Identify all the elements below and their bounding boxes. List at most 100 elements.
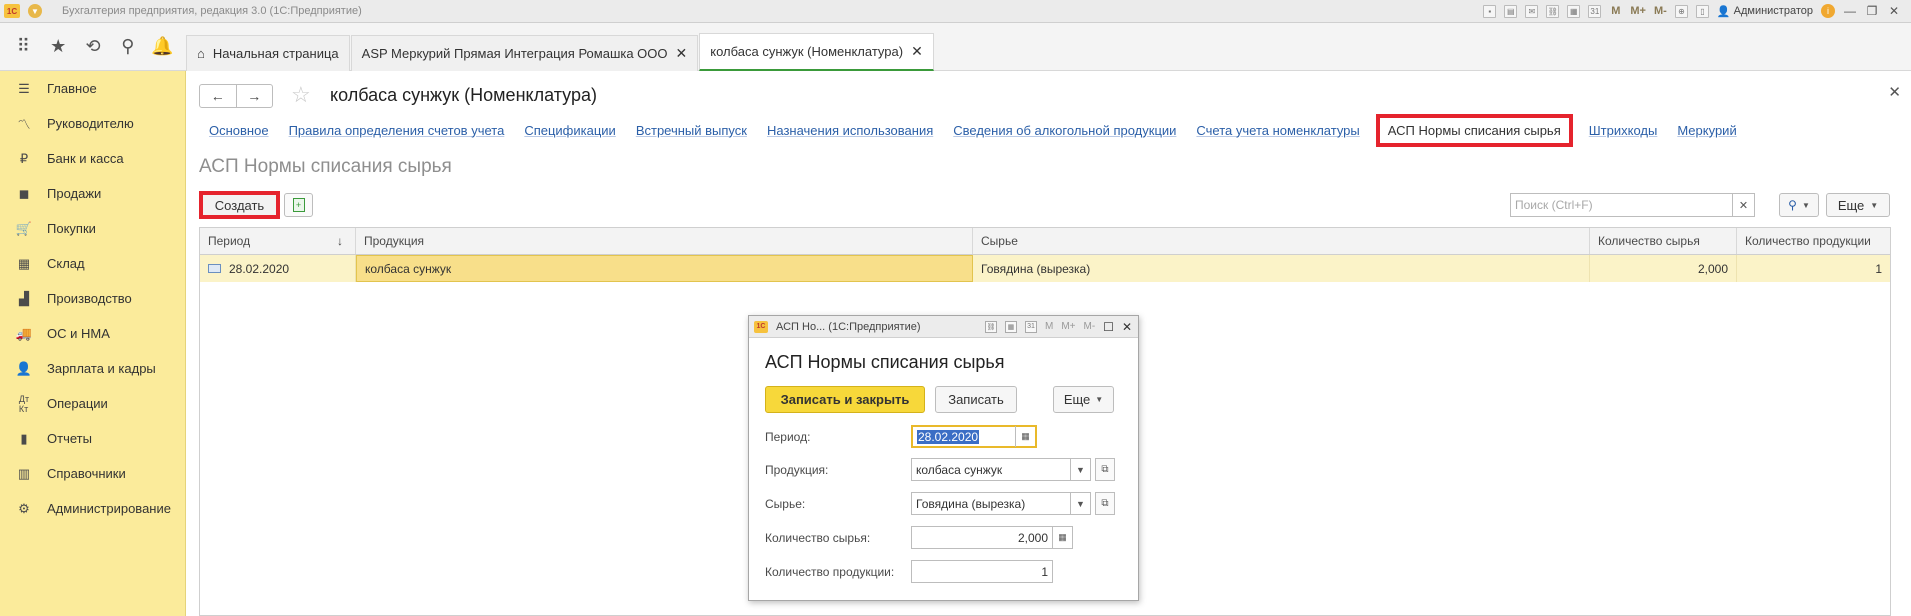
section-link-mercury[interactable]: Меркурий (1677, 123, 1736, 138)
section-link-account-rules[interactable]: Правила определения счетов учета (289, 123, 505, 138)
calendar-icon[interactable]: ▦ (1015, 426, 1035, 447)
restore-icon[interactable]: ❐ (1865, 4, 1879, 18)
sidebar-item-warehouse[interactable]: ▦ Склад (0, 246, 185, 281)
copy-button[interactable]: + (284, 193, 313, 217)
raw-qty-field[interactable]: 2,000 ▦ (911, 526, 1073, 549)
bell-icon[interactable]: 🔔 (151, 36, 175, 57)
close-tab-icon[interactable]: ✕ (676, 45, 688, 62)
column-header-raw-qty[interactable]: Количество сырья (1590, 228, 1737, 254)
cell-raw[interactable]: Говядина (вырезка) (973, 255, 1590, 282)
info-icon[interactable]: i (1821, 4, 1835, 18)
chevron-down-icon[interactable]: ▼ (1070, 459, 1090, 480)
sidebar-item-bank[interactable]: ₽ Банк и касса (0, 141, 185, 176)
save-button[interactable]: Записать (935, 386, 1017, 413)
open-product-icon[interactable]: ⧉ (1095, 458, 1115, 481)
tab-mercury-integration[interactable]: ASP Меркурий Прямая Интеграция Ромашка О… (350, 35, 699, 71)
history-icon[interactable]: ⟲ (81, 36, 105, 57)
tab-home[interactable]: ⌂ Начальная страница (186, 35, 350, 71)
table-row[interactable]: 28.02.2020 колбаса сунжук Говядина (выре… (200, 255, 1890, 282)
raw-field[interactable]: Говядина (вырезка) ▼ (911, 492, 1091, 515)
section-link-specs[interactable]: Спецификации (524, 123, 616, 138)
calendar-icon[interactable]: 31 (1588, 4, 1602, 18)
section-link-main[interactable]: Основное (209, 123, 269, 138)
column-header-raw[interactable]: Сырье (973, 228, 1590, 254)
section-link-raw-norms[interactable]: АСП Нормы списания сырья (1375, 113, 1573, 147)
section-link-usage[interactable]: Назначения использования (767, 123, 933, 138)
sidebar-item-admin[interactable]: ⚙ Администрирование (0, 491, 185, 526)
print-icon[interactable]: ▤ (1504, 4, 1518, 18)
column-header-product-qty[interactable]: Количество продукции (1737, 228, 1890, 254)
period-value-text: 28.02.2020 (917, 429, 980, 444)
sidebar-item-assets[interactable]: 🚚 ОС и НМА (0, 316, 185, 351)
chevron-down-icon[interactable]: ▼ (1070, 493, 1090, 514)
app-window: 1С ▼ Бухгалтерия предприятия, редакция 3… (0, 0, 1911, 616)
memory-minus-button[interactable]: M- (1654, 5, 1667, 18)
back-arrow-icon[interactable]: ← (200, 85, 237, 107)
save-and-close-button[interactable]: Записать и закрыть (765, 386, 925, 413)
more-button[interactable]: Еще ▼ (1826, 193, 1890, 217)
sidebar-item-director[interactable]: 〽 Руководителю (0, 106, 185, 141)
search-input[interactable] (1511, 194, 1732, 216)
sidebar-item-purchases[interactable]: 🛒 Покупки (0, 211, 185, 246)
cell-text: Говядина (вырезка) (981, 261, 1091, 276)
product-qty-field[interactable]: 1 (911, 560, 1053, 583)
table-icon[interactable]: ▦ (1567, 4, 1581, 18)
cell-period[interactable]: 28.02.2020 (200, 255, 356, 282)
section-link-accounts[interactable]: Счета учета номенклатуры (1196, 123, 1359, 138)
close-dialog-icon[interactable]: ✕ (1122, 320, 1132, 334)
find-button[interactable]: ⚲ ▼ (1779, 193, 1819, 217)
person-icon: 👤 (15, 360, 33, 376)
period-field[interactable]: 28.02.2020 ▦ (911, 425, 1037, 448)
close-window-icon[interactable]: ✕ (1887, 4, 1901, 18)
favorite-star-icon[interactable]: ☆ (291, 82, 311, 108)
calculator-icon[interactable]: ▦ (1052, 527, 1072, 548)
mail-icon[interactable]: ✉ (1525, 4, 1539, 18)
search-icon[interactable]: ⚲ (116, 36, 140, 57)
table-icon[interactable]: ▦ (1004, 320, 1017, 333)
cell-raw-qty[interactable]: 2,000 (1590, 255, 1737, 282)
column-header-period[interactable]: Период ↓ (200, 228, 356, 254)
quick-panel: ⠿ ★ ⟲ ⚲ 🔔 (0, 22, 186, 70)
magnifier-icon: ⚲ (1788, 198, 1797, 212)
section-link-counter-output[interactable]: Встречный выпуск (636, 123, 747, 138)
tab-nomenclature[interactable]: колбаса сунжук (Номенклатура) ✕ (699, 33, 934, 71)
calendar-icon[interactable]: 31 (1024, 320, 1037, 333)
link-icon[interactable]: ⛓ (984, 320, 997, 333)
panels-icon[interactable]: ▯ (1695, 4, 1709, 18)
memory-m-button[interactable]: M (1045, 321, 1053, 333)
open-raw-icon[interactable]: ⧉ (1095, 492, 1115, 515)
memory-plus-button[interactable]: M+ (1630, 5, 1646, 18)
section-link-alcohol[interactable]: Сведения об алкогольной продукции (953, 123, 1176, 138)
product-field[interactable]: колбаса сунжук ▼ (911, 458, 1091, 481)
column-header-product[interactable]: Продукция (356, 228, 973, 254)
close-tab-icon[interactable]: ✕ (911, 43, 923, 60)
memory-m-button[interactable]: M (1609, 5, 1622, 18)
save-icon[interactable]: ▪ (1483, 4, 1497, 18)
clear-search-icon[interactable]: ✕ (1732, 194, 1754, 216)
memory-minus-button[interactable]: M- (1084, 321, 1096, 333)
main-menu-icon[interactable]: ▼ (28, 4, 42, 18)
minimize-icon[interactable]: — (1843, 4, 1857, 18)
forward-arrow-icon[interactable]: → (237, 85, 273, 107)
memory-plus-button[interactable]: M+ (1061, 321, 1075, 333)
create-button[interactable]: Создать (199, 191, 280, 219)
search-box: ✕ (1510, 193, 1755, 217)
link-icon[interactable]: ⛓ (1546, 4, 1560, 18)
apps-grid-icon[interactable]: ⠿ (11, 36, 35, 57)
section-link-barcodes[interactable]: Штрихкоды (1589, 123, 1658, 138)
favorites-star-icon[interactable]: ★ (46, 36, 70, 57)
cell-product-qty[interactable]: 1 (1737, 255, 1890, 282)
zoom-icon[interactable]: ⊕ (1674, 4, 1688, 18)
close-form-icon[interactable]: ✕ (1888, 83, 1901, 101)
sidebar-item-main[interactable]: ☰ Главное (0, 71, 185, 106)
sidebar-item-sales[interactable]: ◼ Продажи (0, 176, 185, 211)
maximize-icon[interactable]: ☐ (1103, 320, 1114, 334)
sidebar-item-catalogs[interactable]: ▥ Справочники (0, 456, 185, 491)
dialog-more-button[interactable]: Еще ▼ (1053, 386, 1114, 413)
user-menu[interactable]: 👤 Администратор (1717, 5, 1813, 18)
cell-product[interactable]: колбаса сунжук (356, 255, 973, 282)
sidebar-item-salary[interactable]: 👤 Зарплата и кадры (0, 351, 185, 386)
sidebar-item-operations[interactable]: Дт Кт Операции (0, 386, 185, 421)
sidebar-item-production[interactable]: ▟ Производство (0, 281, 185, 316)
sidebar-item-reports[interactable]: ▮ Отчеты (0, 421, 185, 456)
